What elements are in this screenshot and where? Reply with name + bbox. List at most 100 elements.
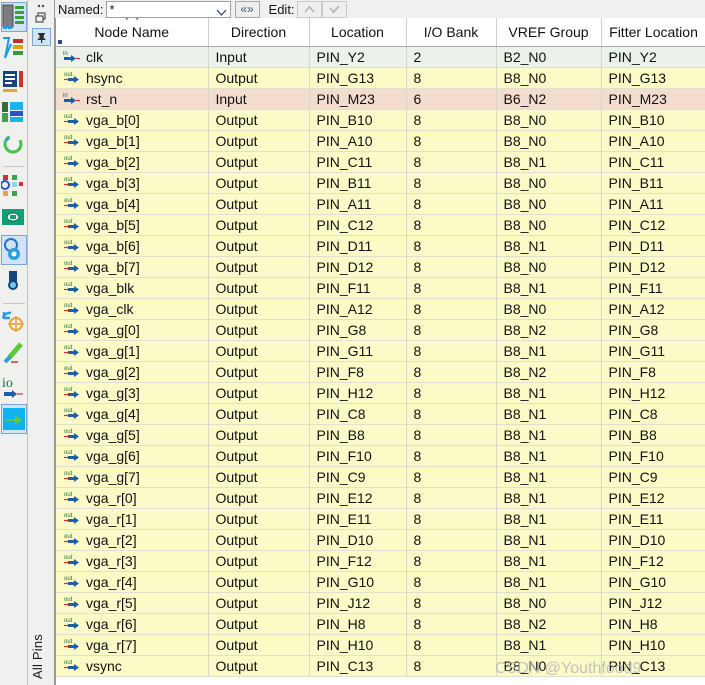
- cell-io-bank[interactable]: 8: [406, 592, 497, 614]
- named-filter-combo[interactable]: *: [105, 0, 231, 18]
- cell-direction[interactable]: Output: [208, 613, 310, 635]
- cell-node-name[interactable]: in clk: [56, 46, 209, 68]
- cell-location[interactable]: PIN_D11: [309, 235, 407, 257]
- cell-node-name[interactable]: out vga_b[7]: [56, 256, 209, 278]
- cell-vref-group[interactable]: B8_N2: [496, 613, 602, 635]
- cell-direction[interactable]: Output: [208, 571, 310, 593]
- pin-finder-icon[interactable]: [1, 203, 27, 233]
- cell-fitter-location[interactable]: PIN_H8: [601, 613, 705, 635]
- cell-io-bank[interactable]: 8: [406, 445, 497, 467]
- chevron-down-icon[interactable]: [216, 5, 227, 16]
- cell-direction[interactable]: Output: [208, 193, 310, 215]
- cell-location[interactable]: PIN_G8: [309, 319, 407, 341]
- cell-fitter-location[interactable]: PIN_D11: [601, 235, 705, 257]
- cell-direction[interactable]: Output: [208, 382, 310, 404]
- table-row[interactable]: outhsyncOutputPIN_G138B8_N0PIN_G138: [56, 67, 705, 89]
- cell-io-bank[interactable]: 8: [406, 256, 497, 278]
- cell-vref-group[interactable]: B8_N1: [496, 382, 602, 404]
- cell-fitter-location[interactable]: PIN_H12: [601, 382, 705, 404]
- cell-node-name[interactable]: out vga_b[1]: [56, 130, 209, 152]
- cell-vref-group[interactable]: B8_N1: [496, 445, 602, 467]
- column-header-io-bank[interactable]: I/O Bank: [406, 18, 497, 47]
- cell-direction[interactable]: Output: [208, 151, 310, 173]
- cell-location[interactable]: PIN_C11: [309, 151, 407, 173]
- table-row[interactable]: outvga_b[3]OutputPIN_B118B8_N0PIN_B118: [56, 172, 705, 194]
- cell-io-bank[interactable]: 8: [406, 67, 497, 89]
- cell-node-name[interactable]: out vga_clk: [56, 298, 209, 320]
- cell-vref-group[interactable]: B8_N1: [496, 508, 602, 530]
- cell-io-bank[interactable]: 8: [406, 529, 497, 551]
- cell-direction[interactable]: Input: [208, 46, 310, 68]
- cell-location[interactable]: PIN_A10: [309, 130, 407, 152]
- cell-direction[interactable]: Output: [208, 67, 310, 89]
- table-row[interactable]: outvga_b[7]OutputPIN_D128B8_N0PIN_D128: [56, 256, 705, 278]
- cell-vref-group[interactable]: B8_N1: [496, 277, 602, 299]
- cell-io-bank[interactable]: 8: [406, 214, 497, 236]
- cell-fitter-location[interactable]: PIN_E12: [601, 487, 705, 509]
- cell-io-bank[interactable]: 8: [406, 130, 497, 152]
- cell-vref-group[interactable]: B8_N0: [496, 130, 602, 152]
- cell-location[interactable]: PIN_H12: [309, 382, 407, 404]
- cell-location[interactable]: PIN_G13: [309, 67, 407, 89]
- cell-direction[interactable]: Input: [208, 88, 310, 110]
- cell-vref-group[interactable]: B8_N1: [496, 424, 602, 446]
- cell-direction[interactable]: Output: [208, 214, 310, 236]
- cell-direction[interactable]: Output: [208, 403, 310, 425]
- cell-node-name[interactable]: out vga_g[4]: [56, 403, 209, 425]
- column-header-location[interactable]: Location: [309, 18, 407, 47]
- cell-location[interactable]: PIN_J12: [309, 592, 407, 614]
- cell-location[interactable]: PIN_H8: [309, 613, 407, 635]
- cell-node-name[interactable]: out vga_g[5]: [56, 424, 209, 446]
- cell-location[interactable]: PIN_F11: [309, 277, 407, 299]
- cell-location[interactable]: PIN_Y2: [309, 46, 407, 68]
- cell-vref-group[interactable]: B8_N1: [496, 550, 602, 572]
- cell-node-name[interactable]: in rst_n: [56, 88, 209, 110]
- cell-direction[interactable]: Output: [208, 634, 310, 656]
- cell-direction[interactable]: Output: [208, 466, 310, 488]
- cell-vref-group[interactable]: B8_N1: [496, 466, 602, 488]
- cell-location[interactable]: PIN_H10: [309, 634, 407, 656]
- cell-fitter-location[interactable]: PIN_A12: [601, 298, 705, 320]
- cell-vref-group[interactable]: B8_N1: [496, 235, 602, 257]
- cell-location[interactable]: PIN_B10: [309, 109, 407, 131]
- table-row[interactable]: outvga_b[5]OutputPIN_C128B8_N0PIN_C128: [56, 214, 705, 236]
- cell-io-bank[interactable]: 8: [406, 487, 497, 509]
- cell-fitter-location[interactable]: PIN_A11: [601, 193, 705, 215]
- cell-vref-group[interactable]: B8_N0: [496, 67, 602, 89]
- cell-io-bank[interactable]: 8: [406, 655, 497, 677]
- device-layout-icon[interactable]: [1, 98, 27, 128]
- cell-fitter-location[interactable]: PIN_F12: [601, 550, 705, 572]
- table-row[interactable]: outvga_r[3]OutputPIN_F128B8_N1PIN_F128: [56, 550, 705, 572]
- cell-vref-group[interactable]: B8_N0: [496, 256, 602, 278]
- cell-io-bank[interactable]: 8: [406, 550, 497, 572]
- table-row[interactable]: outvga_g[4]OutputPIN_C88B8_N1PIN_C88: [56, 403, 705, 425]
- cell-location[interactable]: PIN_F12: [309, 550, 407, 572]
- cell-direction[interactable]: Output: [208, 550, 310, 572]
- cell-direction[interactable]: Output: [208, 655, 310, 677]
- cell-direction[interactable]: Output: [208, 277, 310, 299]
- cell-node-name[interactable]: out vga_b[0]: [56, 109, 209, 131]
- cell-location[interactable]: PIN_F8: [309, 361, 407, 383]
- column-header-direction[interactable]: Direction: [208, 18, 310, 47]
- io-bank-icon[interactable]: io: [1, 372, 27, 402]
- cell-fitter-location[interactable]: PIN_C13: [601, 655, 705, 677]
- cell-direction[interactable]: Output: [208, 487, 310, 509]
- cell-direction[interactable]: Output: [208, 256, 310, 278]
- cell-io-bank[interactable]: 8: [406, 613, 497, 635]
- cell-fitter-location[interactable]: PIN_A10: [601, 130, 705, 152]
- cell-location[interactable]: PIN_C12: [309, 214, 407, 236]
- cell-fitter-location[interactable]: PIN_D10: [601, 529, 705, 551]
- package-view-icon[interactable]: [1, 66, 27, 96]
- cell-location[interactable]: PIN_M23: [309, 88, 407, 110]
- cell-node-name[interactable]: out vga_blk: [56, 277, 209, 299]
- cell-location[interactable]: PIN_A11: [309, 193, 407, 215]
- cell-io-bank[interactable]: 8: [406, 151, 497, 173]
- cell-vref-group[interactable]: B6_N2: [496, 88, 602, 110]
- cell-vref-group[interactable]: B8_N1: [496, 151, 602, 173]
- cell-location[interactable]: PIN_B11: [309, 172, 407, 194]
- cell-io-bank[interactable]: 8: [406, 466, 497, 488]
- cell-location[interactable]: PIN_C8: [309, 403, 407, 425]
- cell-io-bank[interactable]: 8: [406, 172, 497, 194]
- cell-node-name[interactable]: out vga_r[0]: [56, 487, 209, 509]
- cell-direction[interactable]: Output: [208, 508, 310, 530]
